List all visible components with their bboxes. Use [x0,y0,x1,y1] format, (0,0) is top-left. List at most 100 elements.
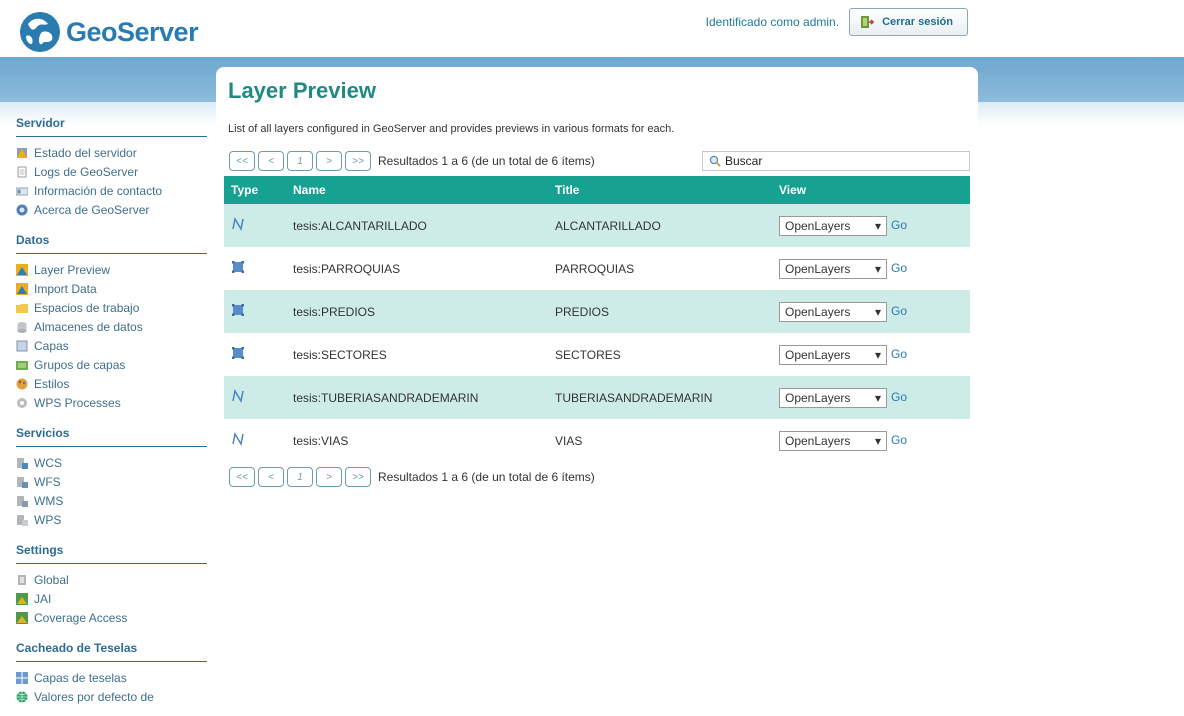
pager-results-info: Resultados 1 a 6 (de un total de 6 ítems… [378,470,595,484]
pager-last-button[interactable]: >> [345,151,371,171]
layer-group-icon [16,360,28,370]
info-icon [16,204,28,215]
layer-preview-icon [16,263,28,276]
table-row: tesis:PREDIOS PREDIOS OpenLayers ▾ Go [224,290,970,333]
gear-icon [17,397,27,408]
logo-text: GeoServer [66,16,199,47]
nav-item-wps[interactable]: WPS [16,510,207,529]
layer-name-link[interactable]: tesis:PARROQUIAS [293,247,555,290]
go-link[interactable]: Go [891,261,907,275]
globe-logo-icon [20,12,60,52]
pager-last-button[interactable]: >> [345,467,371,487]
go-link[interactable]: Go [891,218,907,232]
view-format-select[interactable]: OpenLayers ▾ [779,387,887,408]
pager-prev-button[interactable]: < [258,467,284,487]
view-format-value: OpenLayers [785,433,851,448]
view-format-value: OpenLayers [785,304,851,319]
logout-button[interactable]: Cerrar sesión [849,8,968,36]
nav-item-global[interactable]: Global [16,570,207,589]
pager-next-button[interactable]: > [316,151,342,171]
nav-item-contacto[interactable]: Información de contacto [16,181,207,200]
nav-item-jai[interactable]: JAI [16,589,207,608]
page-description: List of all layers configured in GeoServ… [228,123,675,135]
layer-title: TUBERIASANDRADEMARIN [555,390,713,405]
nav-item-estado-servidor[interactable]: Estado del servidor [16,143,207,162]
nav-item-valores-defecto[interactable]: Valores por defecto de [16,687,207,706]
nav-item-capas[interactable]: Capas [16,336,207,355]
nav-item-label: Acerca de GeoServer [34,202,150,217]
jai-icon [16,592,28,605]
nav-item-grupos-capas[interactable]: Grupos de capas [16,355,207,374]
nav-item-label: Global [34,572,69,587]
column-header-type[interactable]: Type [224,176,293,204]
nav-item-wfs[interactable]: WFS [16,472,207,491]
service-icon [17,495,28,507]
nav-item-layer-preview[interactable]: Layer Preview [16,260,207,279]
column-header-name[interactable]: Name [293,176,555,204]
search-input[interactable]: Buscar [702,151,970,171]
pager-first-button[interactable]: << [229,467,255,487]
line-geometry-icon [232,388,244,404]
layer-name-link[interactable]: tesis:ALCANTARILLADO [293,204,555,247]
go-link[interactable]: Go [891,433,907,447]
nav-item-label: Import Data [34,281,97,296]
table-header-row: Type Name Title View [224,176,970,204]
line-geometry-icon [232,431,244,447]
pager-next-button[interactable]: > [316,467,342,487]
nav-item-label: Layer Preview [34,262,111,277]
nav-item-label: Estado del servidor [34,145,137,160]
nav-item-label: WPS [34,512,62,527]
table-row: tesis:VIAS VIAS OpenLayers ▾ Go [224,419,970,462]
column-header-title[interactable]: Title [555,176,779,204]
logout-label: Cerrar sesión [882,16,953,28]
dropdown-arrow-icon: ▾ [874,304,881,319]
column-header-view[interactable]: View [779,176,970,204]
go-link[interactable]: Go [891,390,907,404]
nav-section-cacheado: Cacheado de Teselas Capas de teselas Val… [16,637,207,706]
view-format-select[interactable]: OpenLayers ▾ [779,301,887,322]
nav-item-capas-teselas[interactable]: Capas de teselas [16,668,207,687]
nav-item-wms[interactable]: WMS [16,491,207,510]
nav-section-title: Servidor [16,112,207,137]
nav-item-estilos[interactable]: Estilos [16,374,207,393]
nav-section-title: Settings [16,539,207,564]
nav-item-wcs[interactable]: WCS [16,453,207,472]
layer-title: SECTORES [555,347,621,362]
go-link[interactable]: Go [891,304,907,318]
layer-title: PARROQUIAS [555,261,635,276]
geoserver-logo[interactable]: GeoServer [18,10,199,54]
layer-name-link[interactable]: tesis:TUBERIASANDRADEMARIN [293,376,555,419]
nav-item-logs[interactable]: Logs de GeoServer [16,162,207,181]
view-format-select[interactable]: OpenLayers ▾ [779,215,887,236]
table-row: tesis:ALCANTARILLADO ALCANTARILLADO Open… [224,204,970,247]
pager-prev-button[interactable]: < [258,151,284,171]
pager-first-button[interactable]: << [229,151,255,171]
nav-item-acerca[interactable]: Acerca de GeoServer [16,200,207,219]
layer-name-link[interactable]: tesis:PREDIOS [293,290,555,333]
polygon-geometry-icon [232,304,244,316]
nav-item-label: WCS [34,455,62,470]
pager-page-1-button[interactable]: 1 [287,151,313,171]
view-format-select[interactable]: OpenLayers ▾ [779,258,887,279]
layer-title: PREDIOS [555,304,610,319]
nav-item-label: JAI [34,591,52,606]
palette-icon [16,378,28,389]
polygon-geometry-icon [232,261,244,273]
go-link[interactable]: Go [891,347,907,361]
layer-name-link[interactable]: tesis:VIAS [293,419,555,462]
nav-section-servidor: Servidor Estado del servidor Logs de Geo… [16,112,207,219]
nav-item-almacenes[interactable]: Almacenes de datos [16,317,207,336]
polygon-geometry-icon [232,347,244,359]
nav-item-coverage-access[interactable]: Coverage Access [16,608,207,627]
layer-name-link[interactable]: tesis:SECTORES [293,333,555,376]
nav-item-wps-processes[interactable]: WPS Processes [16,393,207,412]
pager-page-1-button[interactable]: 1 [287,467,313,487]
layer-title: ALCANTARILLADO [555,218,661,233]
nav-item-label: WFS [34,474,61,489]
service-icon [17,457,28,469]
nav-item-import-data[interactable]: Import Data [16,279,207,298]
view-format-select[interactable]: OpenLayers ▾ [779,430,887,451]
nav-item-espacios[interactable]: Espacios de trabajo [16,298,207,317]
nav-item-label: Espacios de trabajo [34,300,140,315]
view-format-select[interactable]: OpenLayers ▾ [779,344,887,365]
